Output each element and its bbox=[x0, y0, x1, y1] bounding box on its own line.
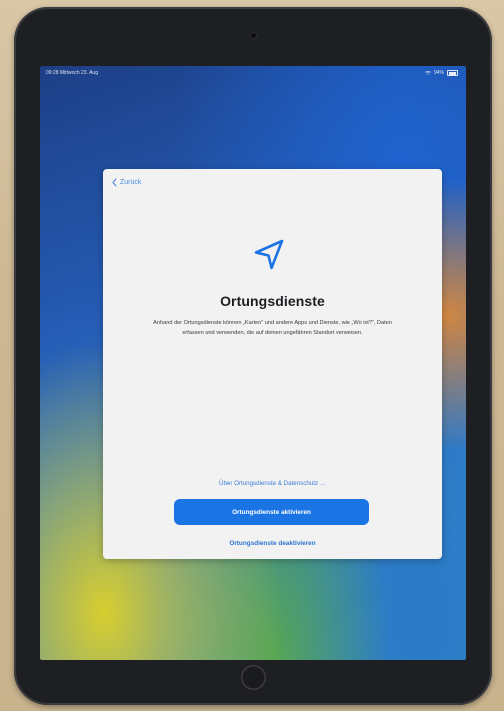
status-indicators: 94% bbox=[425, 70, 458, 76]
battery-icon bbox=[447, 70, 458, 76]
back-button-label: Zurück bbox=[120, 179, 142, 186]
description-text: Anhand der Ortungsdienste können „Karten… bbox=[153, 320, 392, 336]
wifi-icon bbox=[425, 71, 431, 75]
screen: 09:28 Mittwoch 23. Aug 94% Zurück Ortung… bbox=[40, 66, 466, 660]
chevron-left-icon bbox=[112, 178, 117, 187]
page-title: Ortungsdienste bbox=[220, 293, 325, 309]
home-button[interactable] bbox=[241, 665, 266, 690]
battery-level-fill bbox=[448, 71, 456, 75]
privacy-link[interactable]: Über Ortungsdienste & Datenschutz … bbox=[103, 480, 442, 487]
back-button[interactable]: Zurück bbox=[111, 178, 141, 187]
ipad-device: 09:28 Mittwoch 23. Aug 94% Zurück Ortung… bbox=[14, 7, 492, 705]
status-bar: 09:28 Mittwoch 23. Aug 94% bbox=[40, 66, 466, 80]
location-arrow-icon bbox=[254, 239, 284, 270]
front-camera bbox=[251, 33, 256, 38]
status-time-date: 09:28 Mittwoch 23. Aug bbox=[46, 70, 98, 76]
disable-location-services-button[interactable]: Ortungsdienste deaktivieren bbox=[103, 540, 442, 547]
location-services-sheet: Zurück Ortungsdienste Anhand der Ortungs… bbox=[103, 169, 442, 559]
enable-location-services-button[interactable]: Ortungsdienste aktivieren bbox=[174, 499, 369, 525]
battery-percentage: 94% bbox=[433, 70, 444, 76]
